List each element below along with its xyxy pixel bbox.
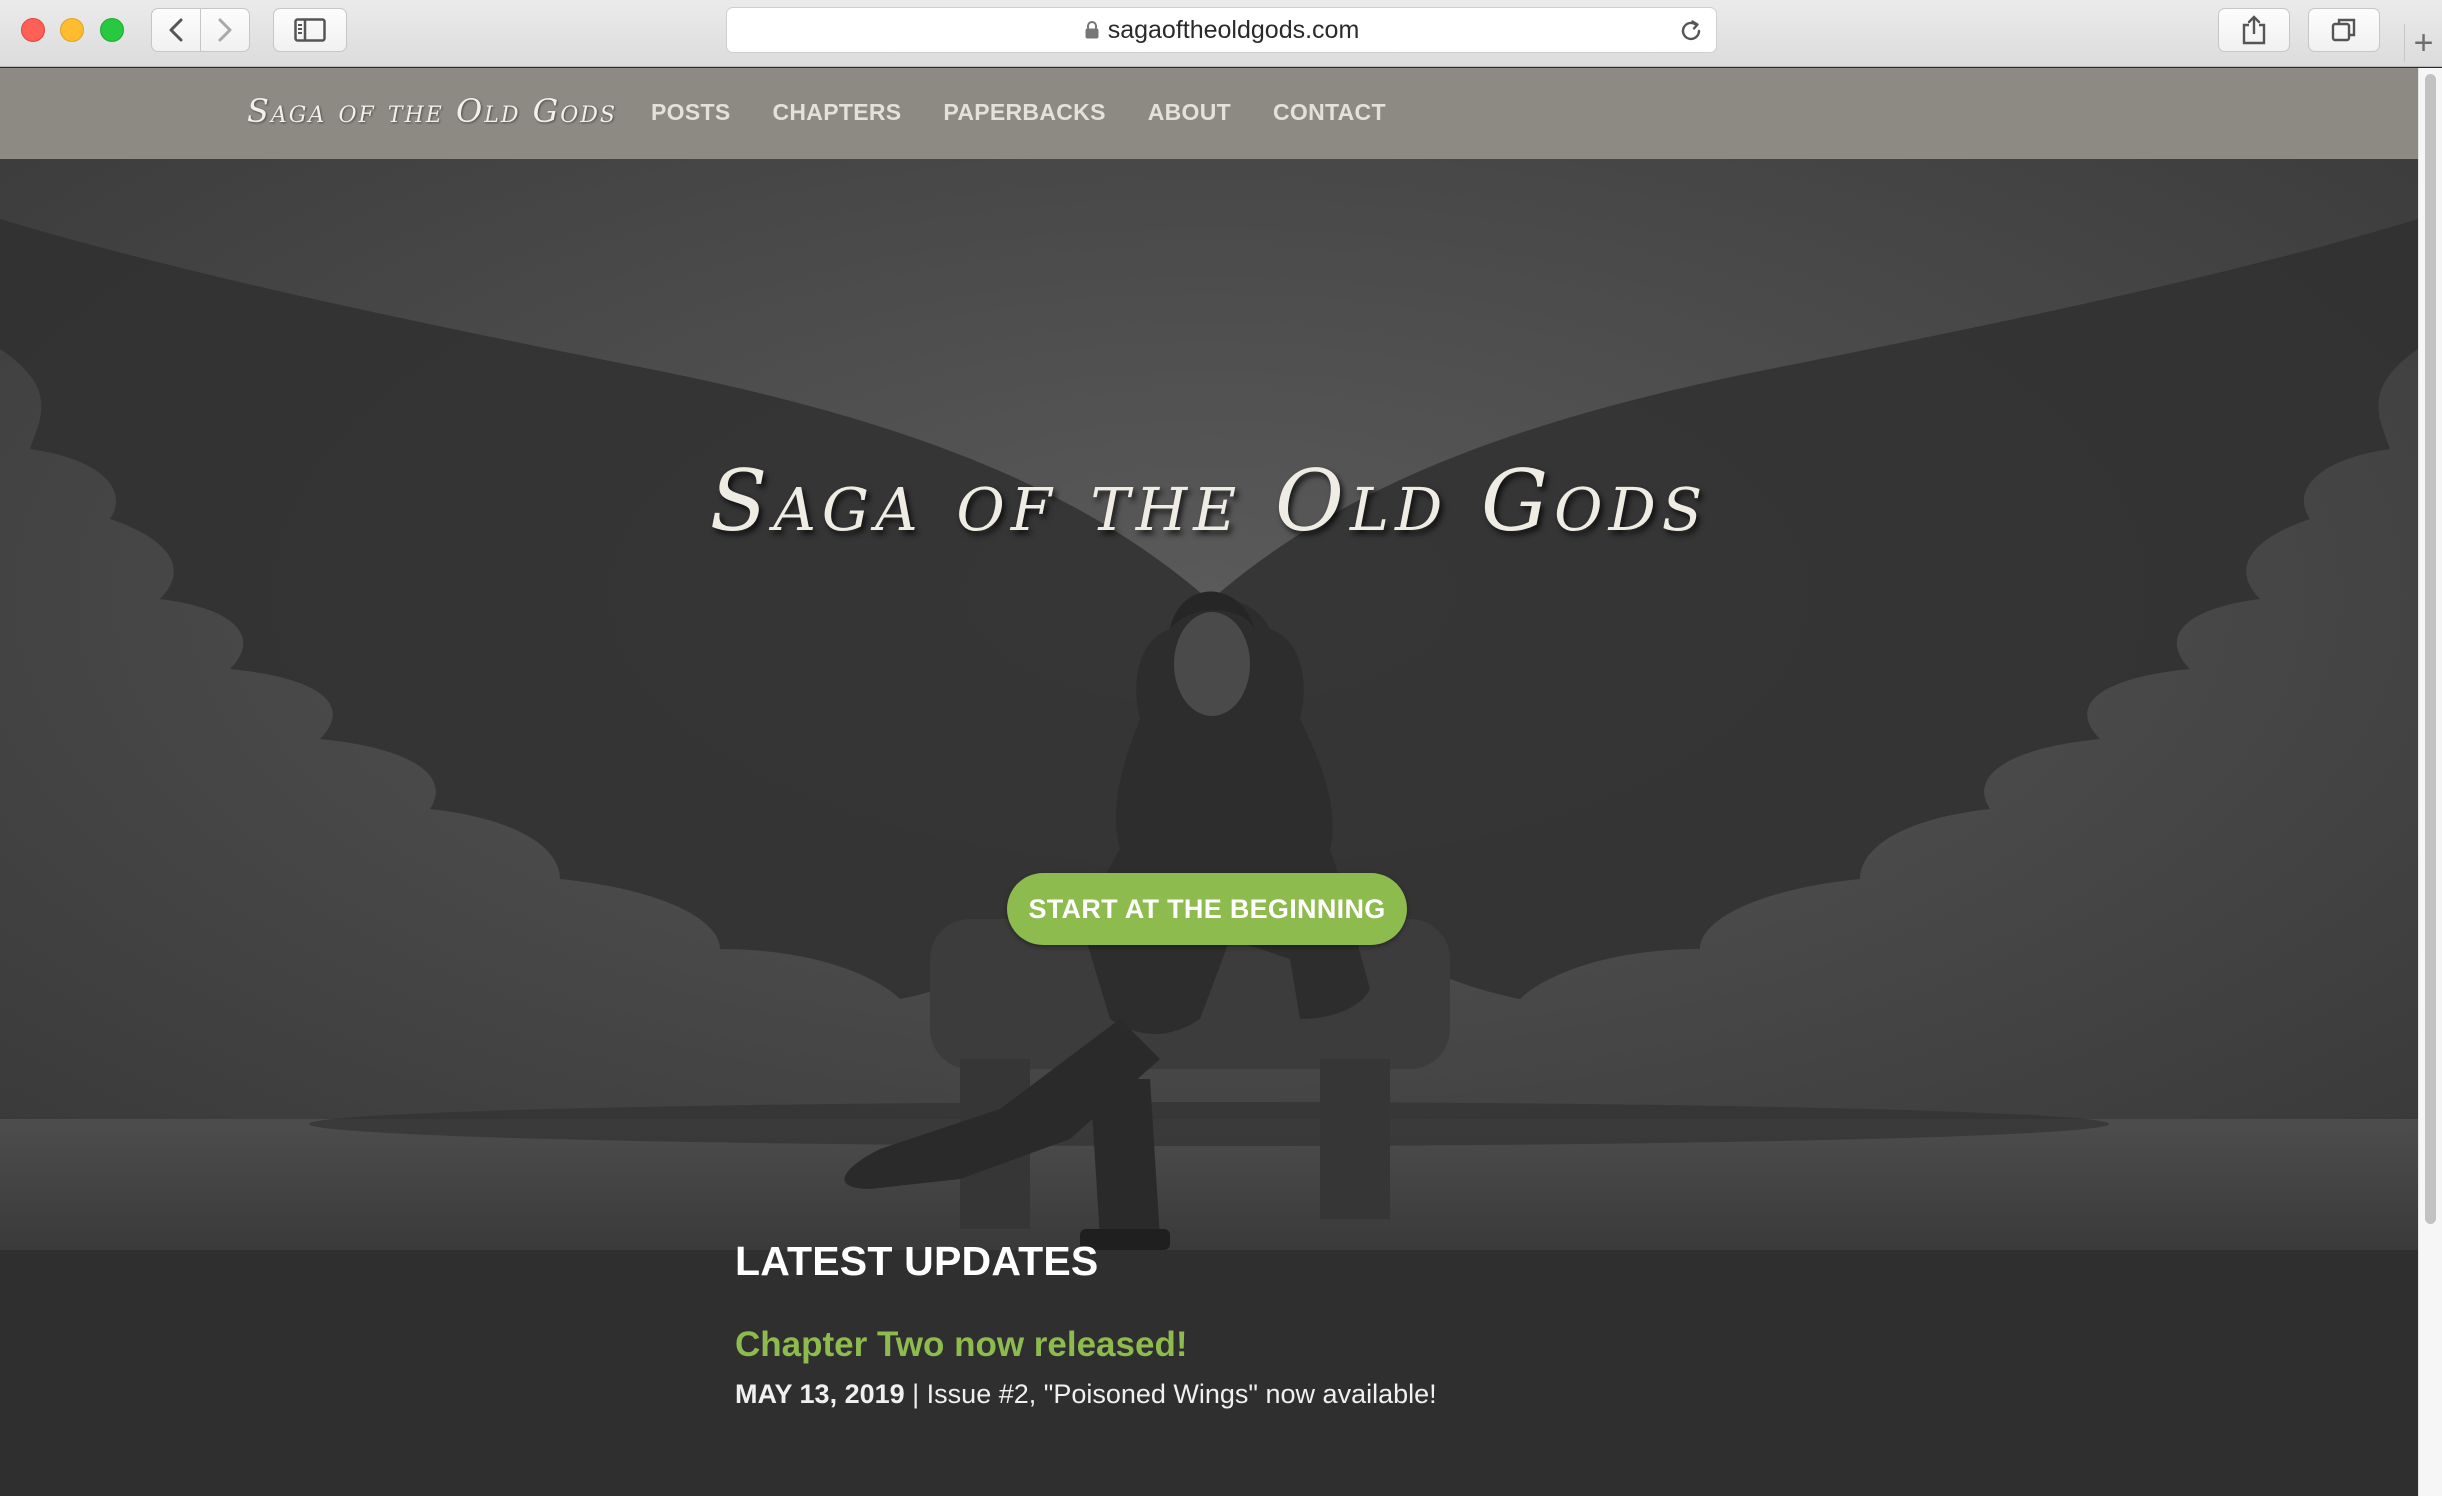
show-tabs-button[interactable] [2308, 8, 2380, 52]
sidebar-icon [294, 18, 326, 42]
url-text: sagaoftheoldgods.com [1107, 15, 1360, 44]
hero-title: Saga of the Old Gods [709, 452, 1709, 550]
site-navbar: Saga of the Old Gods POSTS CHAPTERS PAPE… [0, 68, 2418, 159]
winged-figure-illustration [0, 159, 2418, 1250]
site-logo[interactable]: Saga of the Old Gods [247, 92, 617, 130]
browser-toolbar: sagaoftheoldgods.com + [0, 0, 2442, 67]
zoom-window-button[interactable] [100, 18, 124, 42]
tabs-icon [2331, 18, 2356, 42]
post-date: MAY 13, 2019 [735, 1379, 905, 1409]
nav-links: POSTS CHAPTERS PAPERBACKS ABOUT CONTACT [651, 99, 1428, 126]
share-icon [2242, 15, 2266, 45]
post-title-link[interactable]: Chapter Two now released! [735, 1325, 1188, 1365]
post-meta: MAY 13, 2019 | Issue #2, "Poisoned Wings… [735, 1379, 1437, 1410]
forward-button[interactable] [200, 8, 250, 52]
address-bar[interactable]: sagaoftheoldgods.com [726, 7, 1717, 53]
post-separator: | [904, 1379, 927, 1409]
nav-contact[interactable]: CONTACT [1273, 99, 1386, 126]
nav-chapters[interactable]: CHAPTERS [772, 99, 901, 126]
nav-posts[interactable]: POSTS [651, 99, 730, 126]
post-summary: Issue #2, "Poisoned Wings" now available… [926, 1379, 1437, 1409]
new-tab-button[interactable]: + [2404, 24, 2442, 62]
back-button[interactable] [151, 8, 201, 52]
sidebar-toggle-button[interactable] [273, 8, 347, 52]
nav-paperbacks[interactable]: PAPERBACKS [943, 99, 1105, 126]
scrollbar-thumb[interactable] [2425, 74, 2436, 1224]
start-at-beginning-button[interactable]: START AT THE BEGINNING [1007, 873, 1407, 945]
back-icon [169, 18, 183, 42]
lock-icon [1084, 20, 1100, 40]
forward-icon [218, 18, 232, 42]
latest-updates-heading: LATEST UPDATES [735, 1238, 1099, 1284]
hero-banner: Saga of the Old Gods START AT THE BEGINN… [0, 159, 2418, 1250]
minimize-window-button[interactable] [60, 18, 84, 42]
nav-about[interactable]: ABOUT [1148, 99, 1231, 126]
close-window-button[interactable] [21, 18, 45, 42]
latest-updates-section [0, 1250, 2418, 1496]
share-button[interactable] [2218, 8, 2290, 52]
web-page: Saga of the Old Gods POSTS CHAPTERS PAPE… [0, 68, 2418, 1496]
reload-icon[interactable] [1678, 18, 1704, 51]
